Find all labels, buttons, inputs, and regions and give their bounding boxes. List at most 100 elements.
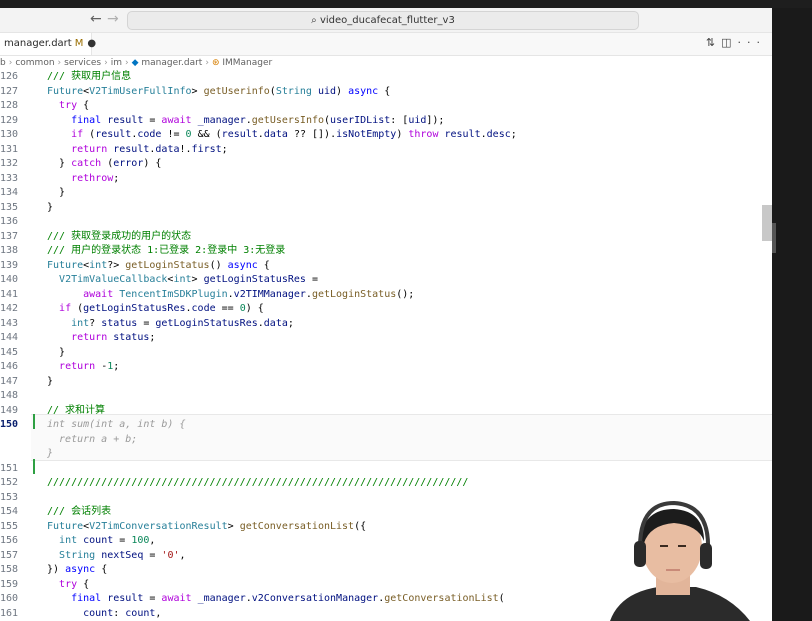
line-number: 154 (0, 506, 19, 517)
code-line[interactable]: 146 return -1; (0, 360, 772, 375)
more-actions-icon[interactable]: ··· (738, 36, 767, 49)
code-line[interactable]: 130 if (result.code != 0 && (result.data… (0, 128, 772, 143)
tab-label: manager.dart (4, 38, 72, 49)
code-line[interactable]: 150 int sum(int a, int b) { (0, 418, 772, 433)
line-number: 161 (0, 607, 19, 619)
line-number: 153 (0, 491, 19, 503)
chevron-right-icon: › (205, 58, 209, 68)
code-text: if (result.code != 0 && (result.data ?? … (71, 129, 517, 140)
split-editor-icon[interactable]: ◫ (721, 36, 737, 49)
code-line[interactable]: 147} (0, 375, 772, 390)
code-text: Future<int?> getLoginStatus() async { (47, 259, 270, 271)
code-line[interactable]: 137 /// 获取登录成功的用户的状态 (0, 230, 772, 245)
code-line[interactable]: 142 if (getLoginStatusRes.code == 0) { (0, 302, 772, 317)
code-text: return -1; (59, 361, 120, 372)
code-line[interactable]: 143 int? status = getLoginStatusRes.data… (0, 317, 772, 332)
line-number: 155 (0, 520, 19, 532)
code-line[interactable]: 136 (0, 215, 772, 230)
code-line[interactable]: } (0, 447, 772, 462)
command-center-search[interactable]: ⌕ video_ducafecat_flutter_v3 (127, 11, 639, 30)
code-text: ////////////////////////////////////////… (47, 477, 469, 488)
code-line[interactable]: 139 Future<int?> getLoginStatus() async { (0, 259, 772, 274)
code-line[interactable]: 149 // 求和计算 (0, 404, 772, 419)
line-number: 141 (0, 288, 19, 300)
title-bar: ← → ⌕ video_ducafecat_flutter_v3 (0, 8, 772, 33)
editor-actions: ⇅◫··· (706, 36, 766, 49)
chevron-right-icon: › (104, 58, 108, 68)
line-number: 156 (0, 535, 19, 546)
code-line[interactable]: 151 (0, 462, 772, 477)
line-number: 142 (0, 303, 19, 314)
code-text: rethrow; (71, 172, 120, 184)
line-number: 127 (0, 85, 19, 97)
code-text: try { (59, 100, 90, 111)
unsaved-dot-icon[interactable]: ● (87, 38, 96, 49)
line-number: 135 (0, 201, 19, 213)
breadcrumb-item[interactable]: common (15, 58, 54, 68)
code-text: await TencentImSDKPlugin.v2TIMManager.ge… (83, 288, 415, 300)
chevron-right-icon: › (124, 58, 129, 68)
line-number: 159 (0, 578, 19, 590)
code-text: if (getLoginStatusRes.code == 0) { (59, 303, 264, 314)
compare-changes-icon[interactable]: ⇅ (706, 36, 721, 49)
line-number: 151 (0, 462, 19, 474)
code-line[interactable]: 138 /// 用户的登录状态 1:已登录 2:登录中 3:无登录 (0, 244, 772, 259)
line-number: 160 (0, 593, 19, 604)
code-text: count: count, (83, 607, 162, 619)
arrow-left-icon[interactable]: ← (90, 11, 102, 27)
line-number: 133 (0, 172, 19, 184)
line-number: 134 (0, 187, 19, 198)
line-number: 130 (0, 129, 19, 140)
class-symbol-icon: ⊛ (211, 58, 220, 68)
breadcrumb-item[interactable]: b (0, 58, 6, 68)
code-text: // 求和计算 (47, 404, 106, 416)
code-text: V2TimValueCallback<int> getLoginStatusRe… (59, 274, 318, 285)
code-text: try { (59, 578, 90, 590)
code-text: } (47, 375, 54, 387)
code-text: String nextSeq = '0', (59, 549, 186, 561)
code-text: int count = 100, (59, 535, 156, 546)
code-line[interactable]: 133 rethrow; (0, 172, 772, 187)
code-text: Future<V2TimUserFullInfo> getUserinfo(St… (47, 85, 391, 97)
code-text: return result.data!.first; (71, 143, 228, 155)
system-menu-bar (0, 0, 812, 8)
breadcrumb-item[interactable]: manager.dart (141, 58, 202, 68)
code-text: }) async { (47, 564, 108, 575)
code-text: /// 会话列表 (47, 506, 112, 517)
code-text: /// 获取登录成功的用户的状态 (47, 230, 192, 242)
line-number: 145 (0, 346, 19, 358)
code-line[interactable]: 127 Future<V2TimUserFullInfo> getUserinfo… (0, 85, 772, 100)
code-text: int sum(int a, int b) { (47, 419, 186, 430)
code-line[interactable]: 148 (0, 389, 772, 404)
git-status-badge: M (74, 38, 84, 49)
chevron-right-icon: › (8, 58, 13, 68)
code-line[interactable]: 128 try { (0, 99, 772, 114)
code-text: } (47, 346, 66, 358)
code-line[interactable]: 141 await TencentImSDKPlugin.v2TIMManage… (0, 288, 772, 303)
code-line[interactable]: 135} (0, 201, 772, 216)
code-text: int? status = getLoginStatusRes.data; (71, 317, 294, 329)
code-line[interactable]: return a + b; (0, 433, 772, 448)
code-line[interactable]: 131 return result.data!.first; (0, 143, 772, 158)
line-number: 131 (0, 143, 19, 155)
line-number: 129 (0, 114, 19, 126)
code-line[interactable]: 134 } (0, 186, 772, 201)
code-line[interactable]: 140 V2TimValueCallback<int> getLoginStat… (0, 273, 772, 288)
code-line[interactable]: 126 /// 获取用户信息 (0, 70, 772, 85)
line-number: 138 (0, 245, 19, 256)
code-text: Future<V2TimConversationResult> getConve… (47, 520, 367, 532)
code-line[interactable]: 144 return status; (0, 331, 772, 346)
code-line[interactable]: 132 } catch (error) { (0, 157, 772, 172)
code-line[interactable]: 145 } (0, 346, 772, 361)
line-number: 148 (0, 390, 19, 401)
tab-manager-dart[interactable]: manager.dart M ● (0, 33, 96, 55)
line-number: 136 (0, 216, 19, 227)
code-line[interactable]: 152 /////////////////////////////////////… (0, 476, 772, 491)
breadcrumb-item[interactable]: IMManager (222, 58, 272, 68)
scrollbar-thumb[interactable] (762, 205, 772, 241)
breadcrumb-item[interactable]: services (64, 58, 101, 68)
search-text: video_ducafecat_flutter_v3 (319, 15, 455, 26)
arrow-right-icon[interactable]: → (107, 11, 119, 27)
code-line[interactable]: 129 final result = await _manager.getUse… (0, 114, 772, 129)
breadcrumb-item[interactable]: im (111, 58, 122, 68)
